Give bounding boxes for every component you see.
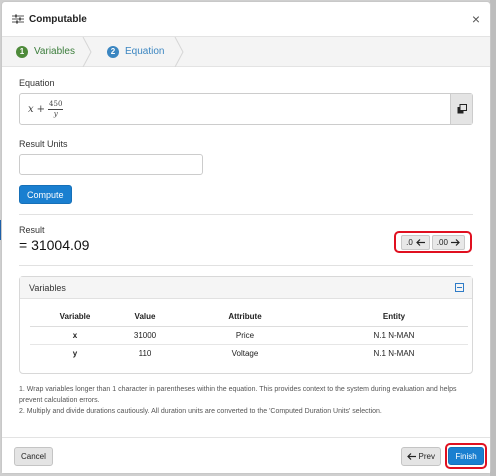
equation-var-x: x — [28, 103, 34, 115]
arrow-left-icon — [406, 453, 416, 460]
compute-button[interactable]: Compute — [19, 185, 72, 204]
computable-dialog: Computable × 1 Variables 2 Equation Equa… — [1, 1, 491, 474]
cell-attribute: Price — [170, 326, 320, 345]
finish-highlight: Finish — [445, 443, 487, 469]
variables-table: Variable Value Attribute Entity x 31000 … — [30, 308, 468, 362]
divider — [19, 265, 473, 266]
prev-label: Prev — [418, 452, 435, 461]
variables-panel: Variables Variable Value Attribute Entit… — [19, 276, 473, 374]
collapse-icon[interactable] — [455, 283, 464, 292]
cell-variable: x — [30, 326, 120, 345]
fraction-denominator: y — [53, 109, 58, 118]
cell-attribute: Voltage — [231, 348, 259, 358]
step-label: Variables — [34, 46, 75, 57]
divider — [19, 214, 473, 215]
decimal-controls: .0 .00 — [394, 231, 472, 253]
result-units-label: Result Units — [19, 139, 68, 149]
decrease-decimals-label: .0 — [406, 237, 413, 247]
step-label: Equation — [125, 46, 165, 57]
column-header: Entity — [320, 308, 468, 327]
increase-decimals-label: .00 — [436, 237, 448, 247]
dialog-header: Computable × — [2, 2, 490, 37]
variables-panel-title: Variables — [29, 282, 66, 293]
cancel-button[interactable]: Cancel — [14, 447, 53, 466]
decrease-decimals-button[interactable]: .0 — [401, 234, 430, 250]
step-number: 2 — [107, 45, 119, 58]
fraction-numerator: 450 — [48, 99, 64, 110]
dialog-body: Equation x + 450 y Result Units Compute … — [2, 78, 490, 417]
cell-variable: y — [72, 348, 78, 358]
cell-entity: N.1 N-MAN — [320, 326, 468, 345]
result-value: = 31004.09 — [19, 237, 90, 253]
sliders-icon — [12, 14, 24, 24]
table-header-row: Variable Value Attribute Entity — [30, 308, 468, 327]
wizard-steps: 1 Variables 2 Equation — [2, 37, 490, 67]
result-row: = 31004.09 .0 .00 — [19, 231, 473, 257]
note-item: 1. Wrap variables longer than 1 characte… — [19, 386, 457, 404]
cell-entity: N.1 N-MAN — [373, 348, 415, 358]
dialog-title: Computable — [29, 13, 87, 25]
variables-panel-header: Variables — [20, 277, 472, 299]
result-units-input[interactable] — [19, 154, 203, 175]
column-header: Variable — [30, 308, 120, 327]
finish-button[interactable]: Finish — [448, 447, 484, 465]
close-icon[interactable]: × — [472, 12, 480, 26]
equation-operator: + — [36, 103, 46, 115]
cell-value: 110 — [138, 348, 152, 358]
table-row: y 110 Voltage N.1 N-MAN — [30, 344, 468, 362]
cell-value: 31000 — [120, 326, 170, 345]
equation-label: Equation — [19, 78, 55, 88]
copy-equation-button[interactable] — [450, 94, 472, 124]
arrow-right-icon — [450, 238, 460, 246]
increase-decimals-button[interactable]: .00 — [431, 234, 465, 250]
equation-fraction: 450 y — [48, 99, 64, 119]
equation-field[interactable]: x + 450 y — [19, 93, 473, 125]
notes: 1. Wrap variables longer than 1 characte… — [19, 384, 473, 417]
step-number: 1 — [16, 45, 28, 58]
arrow-left-icon — [415, 238, 425, 246]
column-header: Attribute — [170, 308, 320, 327]
copy-icon — [457, 104, 467, 114]
note-item: 2. Multiply and divide durations cautiou… — [19, 408, 382, 415]
dialog-footer: Cancel Prev Finish — [2, 437, 490, 473]
table-row: x 31000 Price N.1 N-MAN — [30, 326, 468, 345]
prev-button[interactable]: Prev — [400, 447, 441, 466]
column-header: Value — [120, 308, 170, 327]
step-separator-icon — [174, 37, 184, 67]
step-separator-icon — [82, 37, 92, 67]
